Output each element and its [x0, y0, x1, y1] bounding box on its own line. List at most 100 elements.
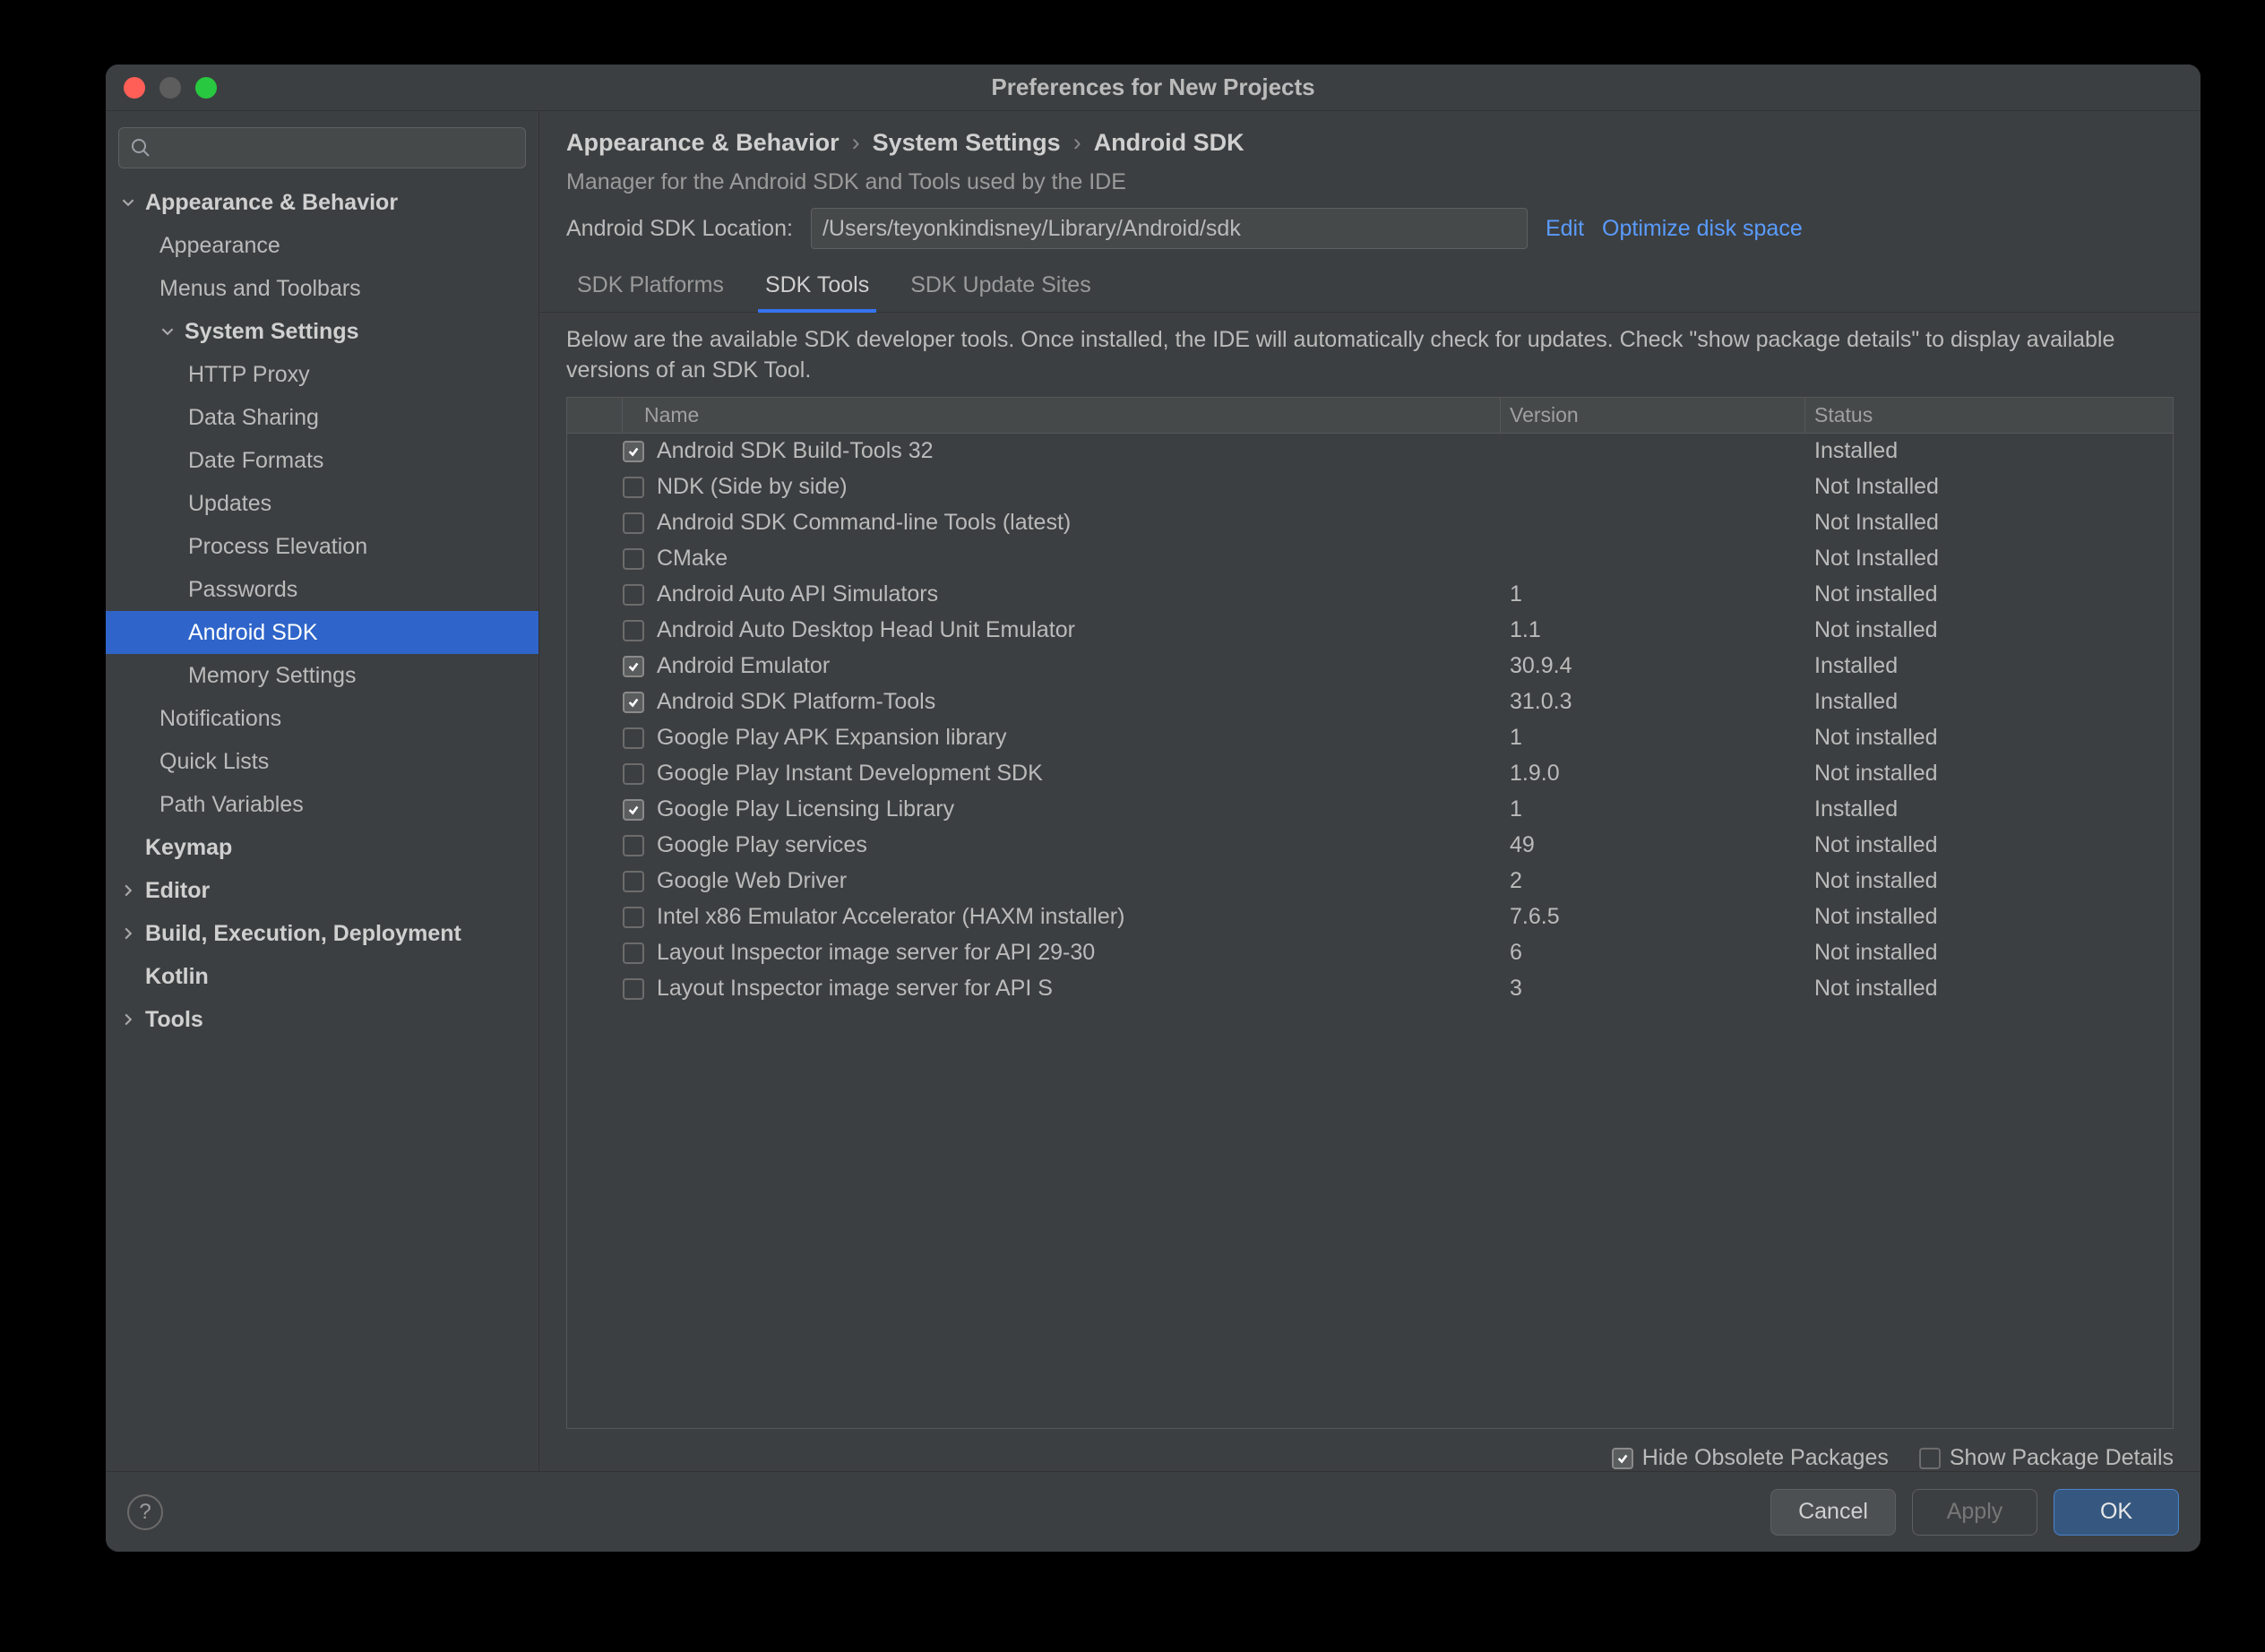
- optimize-disk-space-link[interactable]: Optimize disk space: [1602, 216, 1803, 242]
- sidebar-search-input[interactable]: [159, 135, 514, 160]
- checkbox-icon[interactable]: [623, 942, 644, 964]
- help-button[interactable]: ?: [127, 1494, 163, 1530]
- table-row[interactable]: Google Play Instant Development SDK1.9.0…: [567, 756, 2173, 792]
- sidebar-item[interactable]: Date Formats: [106, 439, 538, 482]
- sidebar-item[interactable]: Editor: [106, 869, 538, 912]
- apply-button[interactable]: Apply: [1912, 1489, 2037, 1536]
- table-row[interactable]: CMakeNot Installed: [567, 541, 2173, 577]
- sidebar-item-label: Data Sharing: [188, 405, 319, 431]
- checkbox-icon[interactable]: [623, 584, 644, 606]
- sidebar-item[interactable]: Notifications: [106, 697, 538, 740]
- sidebar-tree: Appearance & BehaviorAppearanceMenus and…: [106, 181, 538, 1471]
- sidebar-search[interactable]: [118, 127, 526, 168]
- checkbox-icon[interactable]: [623, 441, 644, 462]
- cancel-button[interactable]: Cancel: [1770, 1489, 1896, 1536]
- sidebar-item-label: Memory Settings: [188, 663, 357, 689]
- table-row[interactable]: Google Play Licensing Library1Installed: [567, 792, 2173, 828]
- chevron-right-icon: ›: [1073, 129, 1081, 157]
- breadcrumb-item[interactable]: Appearance & Behavior: [566, 129, 840, 157]
- checkbox-icon[interactable]: [623, 512, 644, 534]
- checkbox-icon[interactable]: [623, 477, 644, 498]
- table-header-status[interactable]: Status: [1805, 398, 2173, 433]
- table-row[interactable]: Google Web Driver2Not installed: [567, 864, 2173, 899]
- package-name: Android SDK Build-Tools 32: [657, 438, 934, 464]
- sidebar-item[interactable]: Keymap: [106, 826, 538, 869]
- table-row[interactable]: Android SDK Command-line Tools (latest)N…: [567, 505, 2173, 541]
- sidebar-item-label: Quick Lists: [159, 749, 269, 775]
- sidebar-item[interactable]: Data Sharing: [106, 396, 538, 439]
- sidebar-item[interactable]: Path Variables: [106, 783, 538, 826]
- hide-obsolete-checkbox[interactable]: Hide Obsolete Packages: [1612, 1445, 1889, 1471]
- sidebar-item[interactable]: Build, Execution, Deployment: [106, 912, 538, 955]
- cell-version: 1.9.0: [1501, 755, 1805, 792]
- sidebar-item[interactable]: Quick Lists: [106, 740, 538, 783]
- sidebar-item[interactable]: System Settings: [106, 310, 538, 353]
- table-row[interactable]: Android Auto Desktop Head Unit Emulator1…: [567, 613, 2173, 649]
- table-row[interactable]: Google Play services49Not installed: [567, 828, 2173, 864]
- table-row[interactable]: Android SDK Build-Tools 32Installed: [567, 434, 2173, 469]
- checkbox-icon[interactable]: [623, 692, 644, 713]
- checkbox-icon[interactable]: [623, 907, 644, 928]
- expander-icon: [120, 927, 136, 940]
- table-row[interactable]: Android Auto API Simulators1Not installe…: [567, 577, 2173, 613]
- checkbox-icon[interactable]: [623, 978, 644, 1000]
- main-panel: Appearance & Behavior › System Settings …: [539, 111, 2200, 1471]
- sidebar-item[interactable]: HTTP Proxy: [106, 353, 538, 396]
- sidebar-item-label: Editor: [145, 878, 210, 904]
- show-package-details-checkbox[interactable]: Show Package Details: [1919, 1445, 2174, 1471]
- breadcrumb-item[interactable]: System Settings: [873, 129, 1061, 157]
- checkbox-icon[interactable]: [623, 548, 644, 570]
- sidebar-item[interactable]: Appearance: [106, 224, 538, 267]
- sdk-location-input[interactable]: [811, 208, 1528, 249]
- table-row[interactable]: Google Play APK Expansion library1Not in…: [567, 720, 2173, 756]
- table-row[interactable]: Android Emulator30.9.4Installed: [567, 649, 2173, 684]
- manager-description: Manager for the Android SDK and Tools us…: [539, 166, 2200, 208]
- table-header-version[interactable]: Version: [1501, 398, 1805, 433]
- sidebar-item[interactable]: Updates: [106, 482, 538, 525]
- ok-button[interactable]: OK: [2054, 1489, 2179, 1536]
- tab[interactable]: SDK Platforms: [570, 263, 731, 313]
- cell-status: Not installed: [1805, 863, 2173, 899]
- cell-version: 1: [1501, 719, 1805, 756]
- sidebar-item[interactable]: Process Elevation: [106, 525, 538, 568]
- checkbox-icon[interactable]: [623, 763, 644, 785]
- table-body[interactable]: Android SDK Build-Tools 32InstalledNDK (…: [567, 434, 2173, 1429]
- table-row[interactable]: Intel x86 Emulator Accelerator (HAXM ins…: [567, 899, 2173, 935]
- cell-name: CMake: [567, 540, 1501, 577]
- tab[interactable]: SDK Tools: [758, 263, 876, 313]
- minimize-window-button[interactable]: [159, 77, 181, 99]
- checkbox-icon[interactable]: [623, 799, 644, 821]
- package-name: Android Auto Desktop Head Unit Emulator: [657, 617, 1075, 643]
- cell-status: Installed: [1805, 684, 2173, 720]
- table-row[interactable]: Layout Inspector image server for API 29…: [567, 935, 2173, 971]
- table-row[interactable]: Layout Inspector image server for API S3…: [567, 971, 2173, 1007]
- close-window-button[interactable]: [124, 77, 145, 99]
- sidebar-item[interactable]: Appearance & Behavior: [106, 181, 538, 224]
- breadcrumb: Appearance & Behavior › System Settings …: [539, 111, 2200, 166]
- package-name: Google Play Licensing Library: [657, 796, 954, 822]
- checkbox-icon: [1612, 1448, 1633, 1469]
- checkbox-icon[interactable]: [623, 727, 644, 749]
- footer: ? Cancel Apply OK: [106, 1471, 2200, 1552]
- sidebar-item[interactable]: Tools: [106, 998, 538, 1041]
- sidebar-item[interactable]: Menus and Toolbars: [106, 267, 538, 310]
- cell-version: 30.9.4: [1501, 648, 1805, 684]
- sidebar-item[interactable]: Kotlin: [106, 955, 538, 998]
- table-header-name[interactable]: Name: [623, 398, 1501, 433]
- checkbox-icon[interactable]: [623, 656, 644, 677]
- sidebar-item-label: Android SDK: [188, 620, 318, 646]
- cell-version: 49: [1501, 827, 1805, 864]
- sidebar-item[interactable]: Android SDK: [106, 611, 538, 654]
- edit-sdk-location-link[interactable]: Edit: [1546, 216, 1584, 242]
- package-name: Google Play APK Expansion library: [657, 725, 1007, 751]
- tab[interactable]: SDK Update Sites: [903, 263, 1098, 313]
- sidebar-item[interactable]: Memory Settings: [106, 654, 538, 697]
- table-row[interactable]: NDK (Side by side)Not Installed: [567, 469, 2173, 505]
- sidebar: Appearance & BehaviorAppearanceMenus and…: [106, 111, 539, 1471]
- zoom-window-button[interactable]: [195, 77, 217, 99]
- checkbox-icon[interactable]: [623, 620, 644, 641]
- checkbox-icon[interactable]: [623, 871, 644, 892]
- table-row[interactable]: Android SDK Platform-Tools31.0.3Installe…: [567, 684, 2173, 720]
- sidebar-item[interactable]: Passwords: [106, 568, 538, 611]
- checkbox-icon[interactable]: [623, 835, 644, 856]
